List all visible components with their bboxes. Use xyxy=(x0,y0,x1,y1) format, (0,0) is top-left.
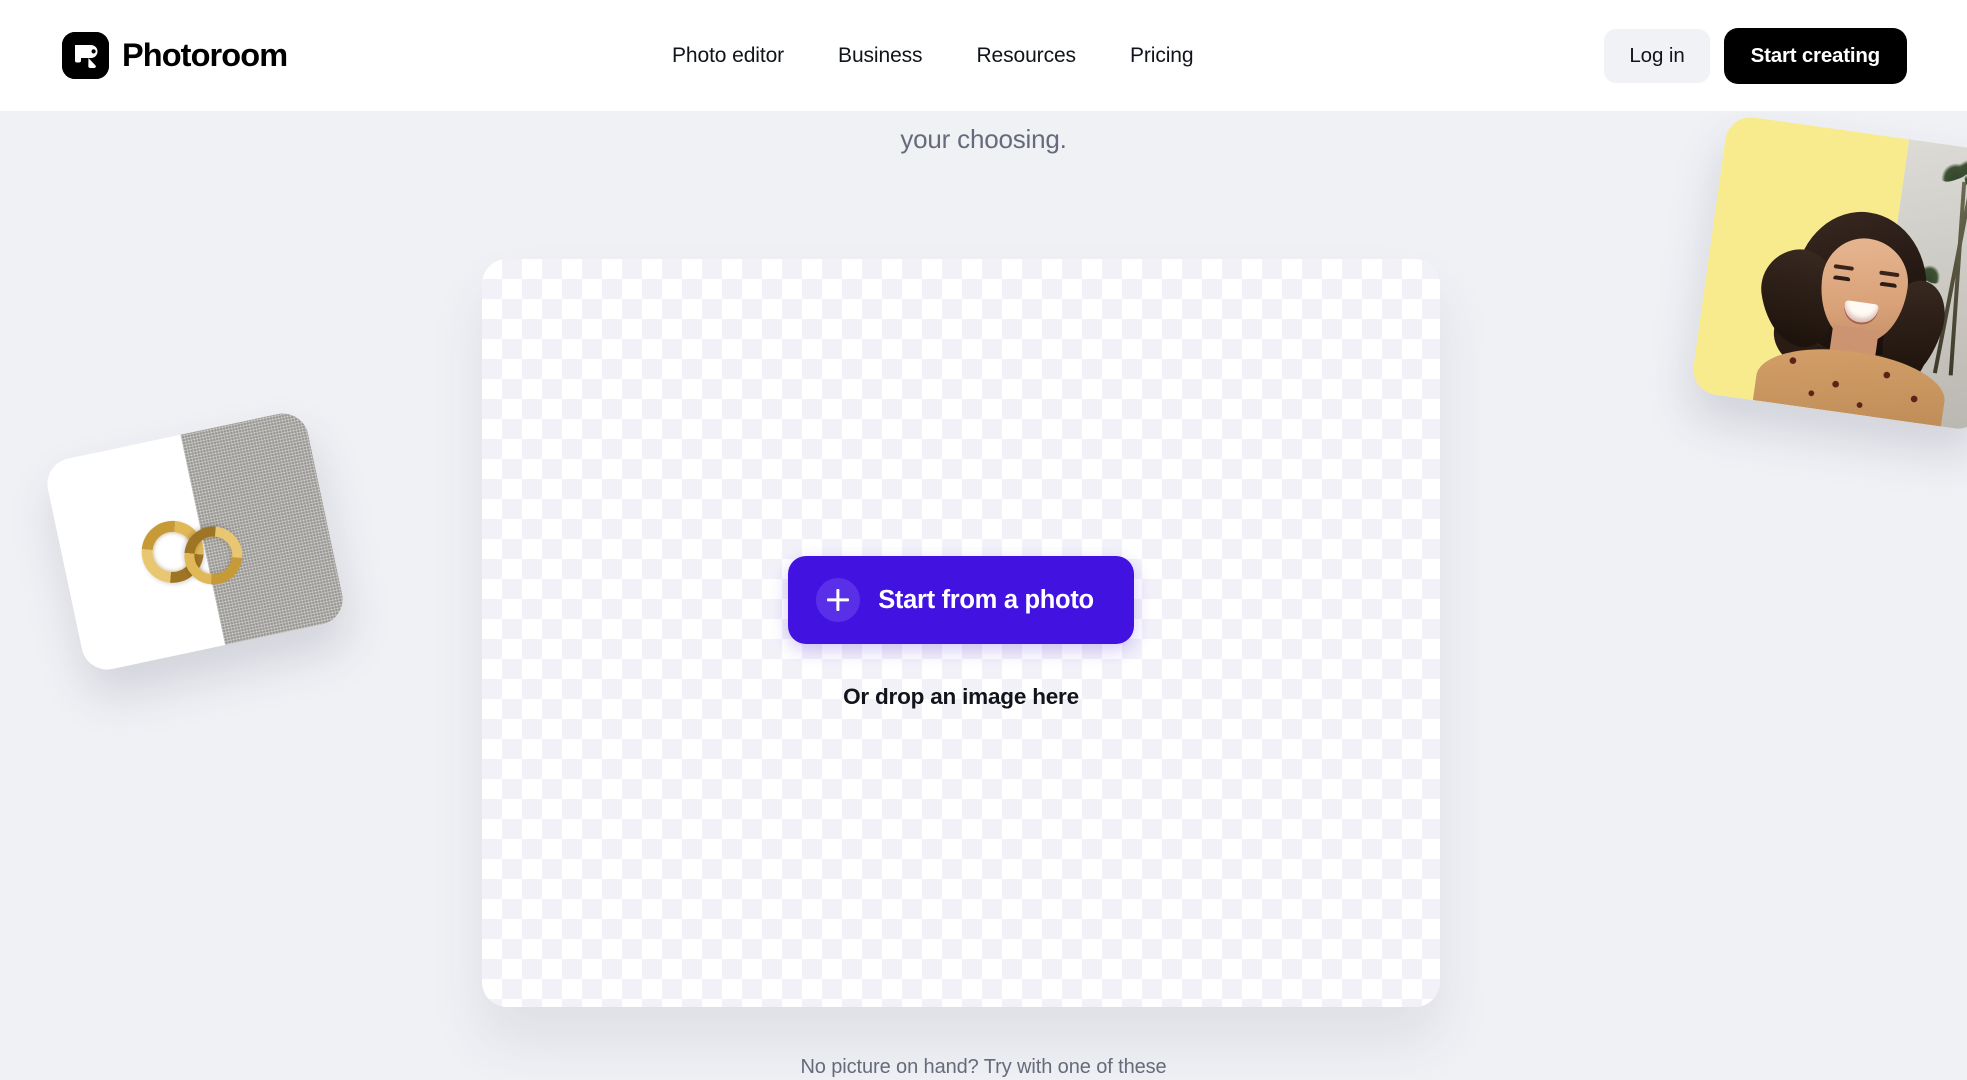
brand-name: Photoroom xyxy=(122,37,288,74)
main-navigation: Photo editor Business Resources Pricing xyxy=(645,34,1220,78)
start-from-a-photo-button[interactable]: Start from a photo xyxy=(788,556,1134,644)
login-button[interactable]: Log in xyxy=(1604,28,1710,83)
page-body: your choosing. Start from a photo Or dro… xyxy=(0,111,1967,1080)
photoroom-logo-mark-icon xyxy=(62,32,109,79)
header-actions: Log in Start creating xyxy=(1604,27,1907,84)
nav-item-resources[interactable]: Resources xyxy=(949,34,1102,78)
samples-label: No picture on hand? Try with one of thes… xyxy=(800,1056,1167,1078)
floating-example-earrings xyxy=(42,408,348,675)
portrait-subject xyxy=(1742,173,1967,427)
nav-item-business[interactable]: Business xyxy=(811,34,949,78)
brand-logo[interactable]: Photoroom xyxy=(62,32,288,79)
site-header: Photoroom Photo editor Business Resource… xyxy=(0,0,1967,111)
hero-subtitle-tail: your choosing. xyxy=(900,124,1067,154)
start-creating-button[interactable]: Start creating xyxy=(1723,27,1907,84)
nav-item-pricing[interactable]: Pricing xyxy=(1103,34,1221,78)
image-dropzone[interactable]: Start from a photo Or drop an image here xyxy=(482,259,1440,1007)
floating-example-portrait xyxy=(1689,113,1967,433)
drop-hint-text: Or drop an image here xyxy=(843,684,1079,709)
nav-item-photo-editor[interactable]: Photo editor xyxy=(645,34,811,78)
dropzone-content: Start from a photo Or drop an image here xyxy=(482,556,1440,710)
start-from-a-photo-label: Start from a photo xyxy=(878,585,1094,614)
plus-icon xyxy=(816,578,861,622)
